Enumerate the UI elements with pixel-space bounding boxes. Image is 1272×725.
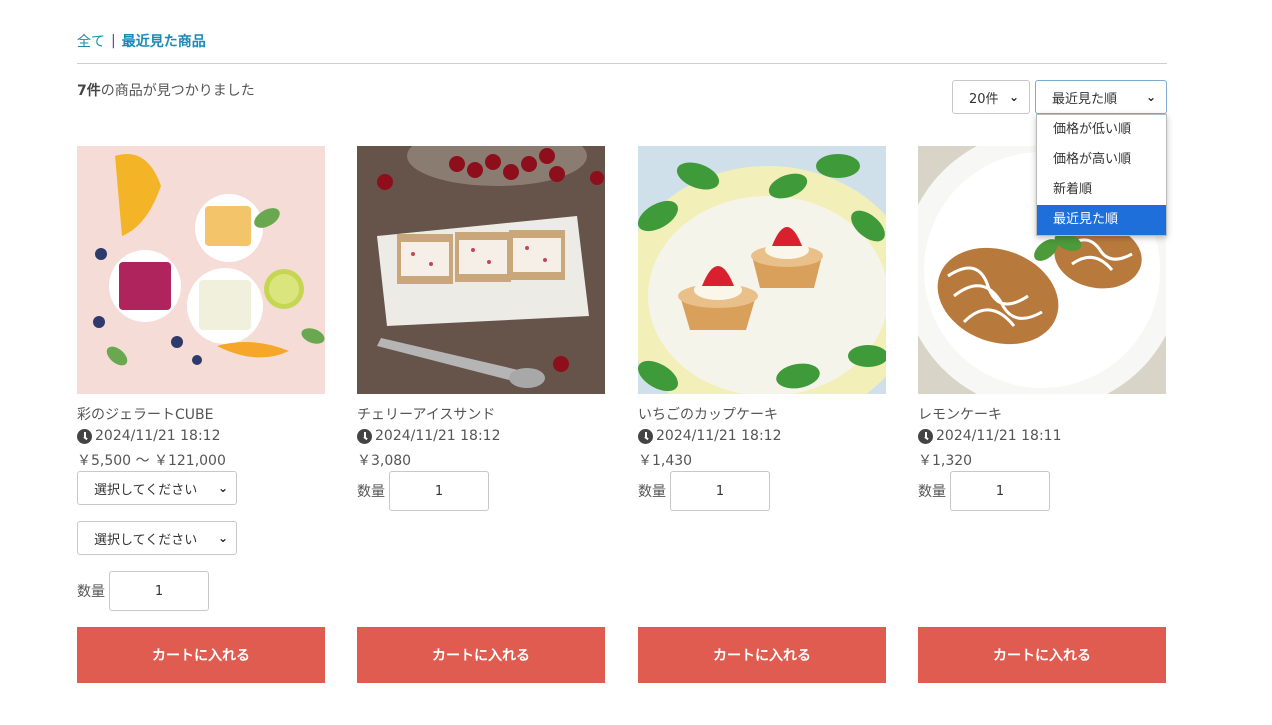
result-count-suffix: の商品が見つかりました [100, 83, 255, 99]
quantity-label: 数量 [357, 484, 385, 500]
add-to-cart-button[interactable]: カートに入れる [357, 627, 605, 683]
per-page-value: 20件 [969, 91, 999, 107]
quantity-input[interactable]: 1 [109, 571, 209, 611]
product-name[interactable]: いちごのカップケーキ [638, 404, 778, 424]
chevron-down-icon: ⌄ [1145, 90, 1156, 104]
product-option-select-1[interactable]: 選択してください ⌄ [77, 471, 237, 505]
sort-option-price-high[interactable]: 価格が高い順 [1037, 145, 1166, 175]
quantity-row: 数量 1 [357, 471, 489, 511]
product-date-text: 2024/11/21 18:12 [95, 428, 221, 444]
product-price: ￥3,080 [357, 453, 412, 469]
divider [77, 63, 1167, 64]
clock-icon [638, 428, 653, 444]
quantity-label: 数量 [638, 484, 666, 500]
product-date-text: 2024/11/21 18:12 [656, 428, 782, 444]
quantity-row: 数量 1 [918, 471, 1050, 511]
sort-option-price-low[interactable]: 価格が低い順 [1037, 115, 1166, 145]
quantity-input[interactable]: 1 [389, 471, 489, 511]
product-viewed-date: 2024/11/21 18:11 [918, 428, 1062, 444]
product-viewed-date: 2024/11/21 18:12 [638, 428, 782, 444]
chevron-down-icon: ⌄ [217, 531, 228, 545]
product-name[interactable]: チェリーアイスサンド [357, 404, 495, 424]
product-card: いちごのカップケーキ 2024/11/21 18:12 ￥1,430 数量 1 … [638, 146, 886, 683]
chevron-down-icon: ⌄ [1008, 90, 1019, 104]
quantity-label: 数量 [918, 484, 946, 500]
result-count: 7件の商品が見つかりました [77, 80, 255, 100]
product-option-select-2[interactable]: 選択してください ⌄ [77, 521, 237, 555]
product-date-text: 2024/11/21 18:11 [936, 428, 1062, 444]
quantity-input[interactable]: 1 [950, 471, 1050, 511]
sort-select[interactable]: 最近見た順 ⌄ [1035, 80, 1167, 114]
clock-icon [357, 428, 372, 444]
add-to-cart-button[interactable]: カートに入れる [638, 627, 886, 683]
quantity-input[interactable]: 1 [670, 471, 770, 511]
option-select-value: 選択してください [94, 532, 198, 548]
chevron-down-icon: ⌄ [217, 481, 228, 495]
quantity-row: 数量 1 [77, 571, 209, 611]
sort-value: 最近見た順 [1052, 91, 1118, 107]
breadcrumb-current[interactable]: 最近見た商品 [122, 31, 206, 51]
breadcrumb-all-link[interactable]: 全て [77, 31, 105, 51]
product-price: ￥1,320 [918, 453, 973, 469]
clock-icon [918, 428, 933, 444]
add-to-cart-button[interactable]: カートに入れる [77, 627, 325, 683]
result-count-number: 7件 [77, 83, 101, 99]
sort-option-newest[interactable]: 新着順 [1037, 175, 1166, 205]
breadcrumb-separator: | [111, 33, 116, 49]
option-select-value: 選択してください [94, 482, 198, 498]
product-card: チェリーアイスサンド 2024/11/21 18:12 ￥3,080 数量 1 … [357, 146, 605, 683]
product-price: ￥1,430 [638, 453, 693, 469]
breadcrumb: 全て | 最近見た商品 [77, 31, 206, 51]
product-viewed-date: 2024/11/21 18:12 [77, 428, 221, 444]
product-name[interactable]: レモンケーキ [918, 404, 1002, 424]
product-date-text: 2024/11/21 18:12 [375, 428, 501, 444]
product-viewed-date: 2024/11/21 18:12 [357, 428, 501, 444]
product-price: ￥5,500 〜 ￥121,000 [77, 453, 226, 469]
product-image[interactable] [638, 146, 886, 394]
product-name[interactable]: 彩のジェラートCUBE [77, 404, 213, 424]
product-image[interactable] [357, 146, 605, 394]
product-image[interactable] [77, 146, 325, 394]
sort-option-recently-viewed[interactable]: 最近見た順 [1037, 205, 1166, 235]
add-to-cart-button[interactable]: カートに入れる [918, 627, 1166, 683]
sort-dropdown: 価格が低い順 価格が高い順 新着順 最近見た順 [1036, 114, 1167, 236]
per-page-select[interactable]: 20件 ⌄ [952, 80, 1030, 114]
quantity-label: 数量 [77, 584, 105, 600]
quantity-row: 数量 1 [638, 471, 770, 511]
clock-icon [77, 428, 92, 444]
product-card: 彩のジェラートCUBE 2024/11/21 18:12 ￥5,500 〜 ￥1… [77, 146, 325, 683]
